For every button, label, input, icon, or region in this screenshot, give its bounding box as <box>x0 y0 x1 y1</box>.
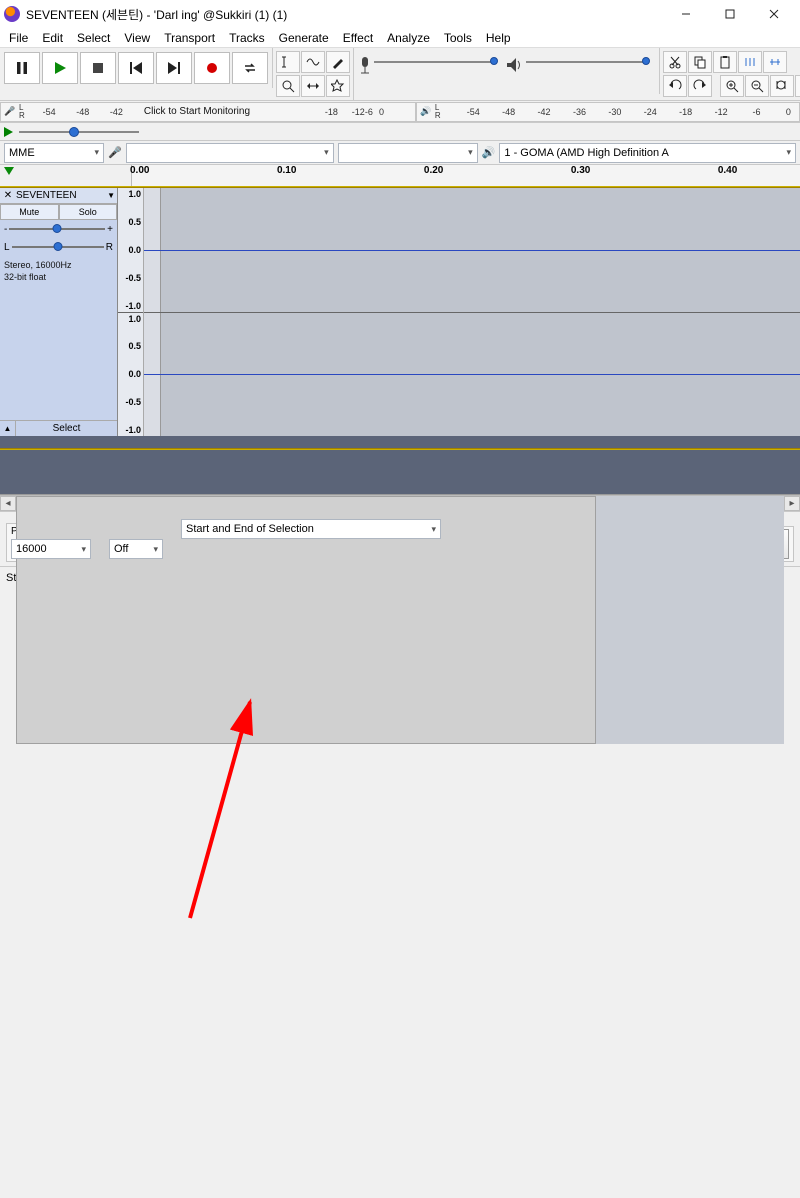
toolbar <box>0 48 800 101</box>
redo-button[interactable] <box>688 75 712 97</box>
meter-channels: LR <box>435 104 445 120</box>
playback-volume-slider[interactable] <box>526 51 656 91</box>
play-at-speed-button[interactable] <box>4 127 13 137</box>
empty-track-area[interactable] <box>0 449 800 495</box>
fit-project-button[interactable] <box>795 75 800 97</box>
edit-toolbar <box>660 48 800 100</box>
trim-button[interactable] <box>738 51 762 73</box>
collapse-button[interactable]: ▲ <box>0 421 16 436</box>
zoom-in-button[interactable] <box>720 75 744 97</box>
recording-volume-slider[interactable] <box>374 51 504 91</box>
speaker-icon <box>505 51 525 91</box>
pan-slider[interactable]: L R <box>0 238 117 256</box>
play-button[interactable] <box>42 52 78 84</box>
transport-toolbar <box>0 48 273 88</box>
snap-to-combo[interactable]: Off <box>109 539 163 559</box>
window-title: SEVENTEEN (세븐틴) - 'Darl ing' @Sukkiri (1… <box>26 6 664 23</box>
track-name[interactable]: SEVENTEEN <box>16 190 105 201</box>
menu-effect[interactable]: Effect <box>336 29 380 47</box>
menu-tracks[interactable]: Tracks <box>222 29 272 47</box>
microphone-icon: 🎤 <box>1 106 19 117</box>
titlebar: SEVENTEEN (세븐틴) - 'Darl ing' @Sukkiri (1… <box>0 0 800 28</box>
silence-button[interactable] <box>763 51 787 73</box>
track-row: ✕ SEVENTEEN ▼ Mute Solo - + L R Stereo, … <box>0 188 800 436</box>
start-monitoring-hint[interactable]: Click to Start Monitoring <box>29 106 365 117</box>
vertical-scale[interactable]: 1.00.5 0.0-0.5 -1.0 1.00.5 0.0-0.5 -1.0 <box>118 188 144 436</box>
speaker-icon: 🔊 <box>482 146 496 159</box>
microphone-icon: 🎤 <box>108 146 122 159</box>
waveform-area[interactable] <box>144 188 800 436</box>
maximize-button[interactable] <box>708 0 752 28</box>
menu-view[interactable]: View <box>117 29 157 47</box>
horizontal-scrollbar[interactable]: ◂ ▸ <box>0 495 800 511</box>
play-at-speed-toolbar <box>0 123 800 141</box>
timeshift-tool[interactable] <box>301 75 325 97</box>
stop-button[interactable] <box>80 52 116 84</box>
envelope-tool[interactable] <box>301 51 325 73</box>
skip-start-button[interactable] <box>118 52 154 84</box>
track-select-button[interactable]: Select <box>16 421 117 436</box>
menubar: File Edit Select View Transport Tracks G… <box>0 28 800 48</box>
record-button[interactable] <box>194 52 230 84</box>
tracks-area: ✕ SEVENTEEN ▼ Mute Solo - + L R Stereo, … <box>0 187 800 449</box>
undo-button[interactable] <box>663 75 687 97</box>
minimize-button[interactable] <box>664 0 708 28</box>
multi-tool[interactable] <box>326 75 350 97</box>
device-toolbar: MME 🎤 🔊 1 - GOMA (AMD High Definition A <box>0 141 800 165</box>
menu-transport[interactable]: Transport <box>157 29 222 47</box>
zoom-tool[interactable] <box>276 75 300 97</box>
close-button[interactable] <box>752 0 796 28</box>
project-rate-combo[interactable]: 16000 <box>11 539 91 559</box>
meter-channels: LR <box>19 104 29 120</box>
meters: 🎤 LR -54 -48 -42 -18 -12 Click to Start … <box>0 101 800 123</box>
selection-mode-combo[interactable]: Start and End of Selection <box>181 519 441 539</box>
track-close-button[interactable]: ✕ <box>2 190 14 201</box>
solo-button[interactable]: Solo <box>59 204 118 220</box>
menu-generate[interactable]: Generate <box>272 29 336 47</box>
paste-button[interactable] <box>713 51 737 73</box>
recording-volume-toolbar <box>354 48 660 94</box>
loop-button[interactable] <box>232 52 268 84</box>
scroll-left-button[interactable]: ◂ <box>0 496 16 511</box>
app-icon <box>4 6 20 22</box>
pause-button[interactable] <box>4 52 40 84</box>
skip-end-button[interactable] <box>156 52 192 84</box>
track-control-panel: ✕ SEVENTEEN ▼ Mute Solo - + L R Stereo, … <box>0 188 118 436</box>
copy-button[interactable] <box>688 51 712 73</box>
zoom-out-button[interactable] <box>745 75 769 97</box>
mute-button[interactable]: Mute <box>0 204 59 220</box>
playback-speed-slider[interactable] <box>19 125 139 139</box>
menu-analyze[interactable]: Analyze <box>380 29 437 47</box>
playback-device-combo[interactable]: 1 - GOMA (AMD High Definition A <box>499 143 796 163</box>
menu-select[interactable]: Select <box>70 29 117 47</box>
gain-slider[interactable]: - + <box>0 220 117 238</box>
playhead-indicator <box>4 167 14 175</box>
speaker-icon: 🔊 <box>417 106 435 117</box>
audio-host-combo[interactable]: MME <box>4 143 104 163</box>
scroll-right-button[interactable]: ▸ <box>784 496 800 511</box>
menu-edit[interactable]: Edit <box>35 29 70 47</box>
tools-toolbar <box>273 48 354 100</box>
recording-channels-combo[interactable] <box>338 143 478 163</box>
selection-tool[interactable] <box>276 51 300 73</box>
menu-help[interactable]: Help <box>479 29 518 47</box>
playback-meter[interactable]: 🔊 LR -54 -48 -42 -36 -30 -24 -18 -12 -6 … <box>416 102 800 122</box>
recording-meter[interactable]: 🎤 LR -54 -48 -42 -18 -12 Click to Start … <box>0 102 416 122</box>
timeline-ruler[interactable]: 0.00 0.10 0.20 0.30 0.40 <box>0 165 800 187</box>
fit-selection-button[interactable] <box>770 75 794 97</box>
menu-tools[interactable]: Tools <box>437 29 479 47</box>
microphone-icon <box>357 51 373 91</box>
recording-device-combo[interactable] <box>126 143 334 163</box>
track-info: Stereo, 16000Hz 32-bit float <box>0 256 117 286</box>
menu-file[interactable]: File <box>2 29 35 47</box>
cut-button[interactable] <box>663 51 687 73</box>
track-menu-button[interactable]: ▼ <box>107 191 115 200</box>
draw-tool[interactable] <box>326 51 350 73</box>
